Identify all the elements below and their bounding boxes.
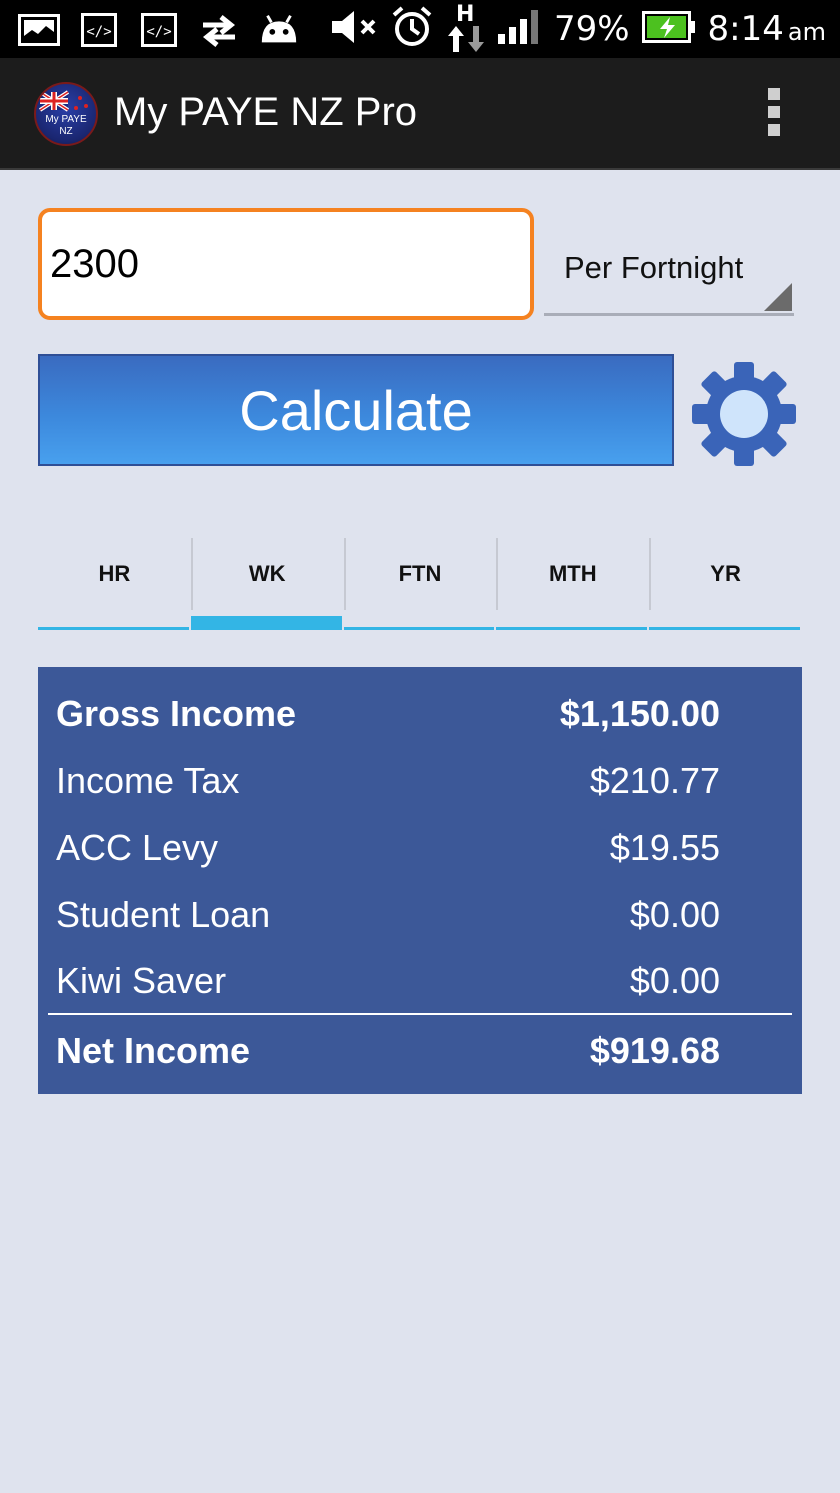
result-label: Kiwi Saver xyxy=(56,960,227,1001)
result-row-income-tax: Income Tax $210.77 xyxy=(56,751,720,811)
result-row-gross-income: Gross Income $1,150.00 xyxy=(56,684,720,744)
tab-label: YR xyxy=(710,561,741,586)
period-selected-label: Per Fortnight xyxy=(564,250,744,285)
android-icon xyxy=(258,13,300,47)
calculate-button-label: Calculate xyxy=(239,378,473,442)
overflow-menu-icon[interactable] xyxy=(764,88,784,140)
clock: 8:14 am xyxy=(708,9,826,49)
result-row-student-loan: Student Loan $0.00 xyxy=(56,885,720,945)
overflow-dot xyxy=(768,88,780,100)
logo-text-line1: My PAYE xyxy=(45,114,87,125)
code-icon: </> xyxy=(138,13,180,47)
result-value: $0.00 xyxy=(629,960,720,1001)
code-icon: </> xyxy=(78,13,120,47)
mute-icon xyxy=(330,7,378,52)
dropdown-triangle-icon xyxy=(764,283,792,311)
tab-wk[interactable]: WK xyxy=(190,536,344,630)
app-logo[interactable]: My PAYE NZ xyxy=(34,82,98,146)
results-divider xyxy=(48,1013,792,1015)
result-value: $210.77 xyxy=(589,760,720,801)
result-label: ACC Levy xyxy=(56,827,219,868)
overflow-dot xyxy=(768,124,780,136)
calculate-button[interactable]: Calculate xyxy=(38,354,674,466)
network-type-label: H xyxy=(455,2,475,27)
tab-mth[interactable]: MTH xyxy=(496,536,649,630)
result-row-kiwi-saver: Kiwi Saver $0.00 xyxy=(56,951,720,1011)
logo-text: My PAYE NZ xyxy=(36,114,96,138)
settings-gear-icon[interactable] xyxy=(692,362,796,466)
tab-label: HR xyxy=(98,561,131,586)
svg-text:</>: </> xyxy=(86,24,111,40)
network-h-icon: H xyxy=(446,2,486,52)
battery-percent: 79% xyxy=(553,9,630,49)
alarm-icon xyxy=(390,5,434,54)
results-panel: Gross Income $1,150.00 Income Tax $210.7… xyxy=(38,667,802,1094)
action-bar: My PAYE NZ My PAYE NZ Pro xyxy=(0,58,840,170)
sync-icon xyxy=(198,13,240,47)
image-icon xyxy=(18,13,60,47)
result-row-net-income: Net Income $919.68 xyxy=(56,1021,720,1081)
result-value: $1,150.00 xyxy=(559,693,720,734)
battery-icon xyxy=(641,10,696,48)
amount-input[interactable] xyxy=(38,208,534,320)
result-value: $919.68 xyxy=(589,1030,720,1071)
result-label: Income Tax xyxy=(56,760,240,801)
app-title: My PAYE NZ Pro xyxy=(114,90,418,134)
tab-yr[interactable]: YR xyxy=(649,536,802,630)
tab-hr[interactable]: HR xyxy=(38,536,191,630)
logo-text-line2: NZ xyxy=(59,126,73,137)
result-value: $0.00 xyxy=(629,894,720,935)
clock-time: 8:14 xyxy=(707,9,784,49)
result-label: Student Loan xyxy=(56,894,271,935)
notification-icons: </> </> xyxy=(18,10,300,50)
tab-label: FTN xyxy=(398,561,442,586)
overflow-dot xyxy=(768,106,780,118)
result-row-acc-levy: ACC Levy $19.55 xyxy=(56,818,720,878)
period-dropdown[interactable]: Per Fortnight xyxy=(544,236,794,316)
status-bar: </> </> H 79% 8:14 am xyxy=(0,0,840,58)
result-label: Gross Income xyxy=(56,693,297,734)
result-value: $19.55 xyxy=(609,827,720,868)
tab-ftn[interactable]: FTN xyxy=(343,536,497,630)
period-tabs: HR WK FTN MTH YR xyxy=(38,536,802,630)
svg-text:</>: </> xyxy=(146,24,171,40)
signal-icon xyxy=(497,9,542,49)
clock-ampm: am xyxy=(787,18,826,46)
tab-label: MTH xyxy=(548,561,597,586)
tab-label: WK xyxy=(248,561,286,586)
result-label: Net Income xyxy=(56,1030,251,1071)
system-icons: H 79% 8:14 am xyxy=(330,2,826,54)
